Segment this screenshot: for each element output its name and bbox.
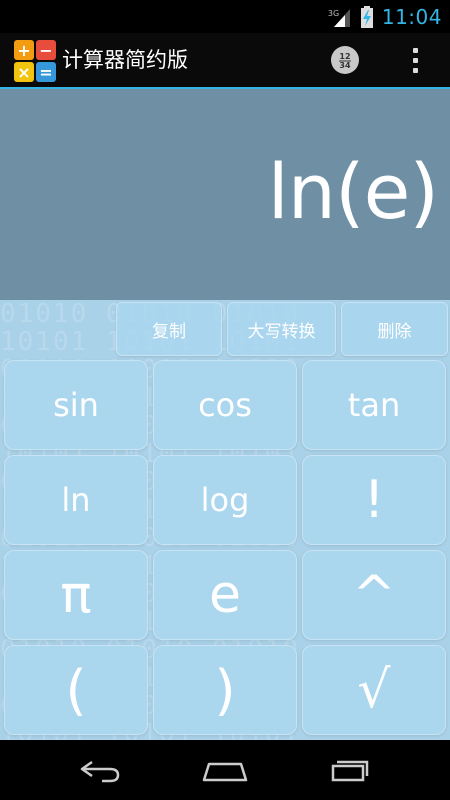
overflow-menu-icon[interactable]	[404, 43, 426, 77]
app-icon-plus: +	[17, 41, 30, 60]
svg-text:12: 12	[339, 52, 350, 61]
app-title: 计算器简约版	[62, 48, 188, 72]
key-pi[interactable]: π	[4, 550, 148, 640]
keypad-switch-icon[interactable]: 12 34	[331, 46, 359, 74]
case-convert-button[interactable]: 大写转换	[227, 302, 336, 356]
app-icon-times: ×	[17, 63, 30, 82]
key-power[interactable]: ^	[302, 550, 446, 640]
status-time: 11:04	[381, 4, 442, 29]
keypad: 01010 01010 01010 10101 10101 10101 0101…	[0, 300, 450, 740]
action-bar: + − × = 计算器简约版 12 34	[0, 33, 450, 89]
app-icon-minus: −	[39, 41, 52, 60]
back-icon[interactable]	[70, 752, 130, 788]
key-open-paren[interactable]: (	[4, 645, 148, 735]
key-e[interactable]: e	[153, 550, 297, 640]
key-log[interactable]: log	[153, 455, 297, 545]
key-close-paren[interactable]: )	[153, 645, 297, 735]
svg-text:34: 34	[339, 61, 351, 70]
recents-icon[interactable]	[320, 752, 380, 788]
app-icon: + − × =	[14, 40, 56, 82]
copy-button[interactable]: 复制	[116, 302, 222, 356]
expression-display: ln(e)	[267, 147, 439, 236]
signal-icon: 3G	[328, 5, 352, 29]
status-bar: 3G 11:04	[0, 0, 450, 33]
display-panel: ln(e)	[0, 89, 450, 300]
delete-button[interactable]: 删除	[341, 302, 448, 356]
status-icons: 3G 11:04	[328, 0, 442, 33]
app-icon-equals: =	[39, 63, 52, 82]
key-ln[interactable]: ln	[4, 455, 148, 545]
key-sin[interactable]: sin	[4, 360, 148, 450]
key-factorial[interactable]: !	[302, 455, 446, 545]
home-icon[interactable]	[195, 752, 255, 788]
navigation-bar	[0, 740, 450, 800]
key-sqrt[interactable]: √	[302, 645, 446, 735]
battery-charging-icon	[360, 5, 374, 29]
calculator-screen: 3G 11:04 + − × = 计算器简约版 12 34 ln(e) 0101…	[0, 0, 450, 800]
network-type-label: 3G	[327, 8, 340, 18]
key-tan[interactable]: tan	[302, 360, 446, 450]
key-cos[interactable]: cos	[153, 360, 297, 450]
